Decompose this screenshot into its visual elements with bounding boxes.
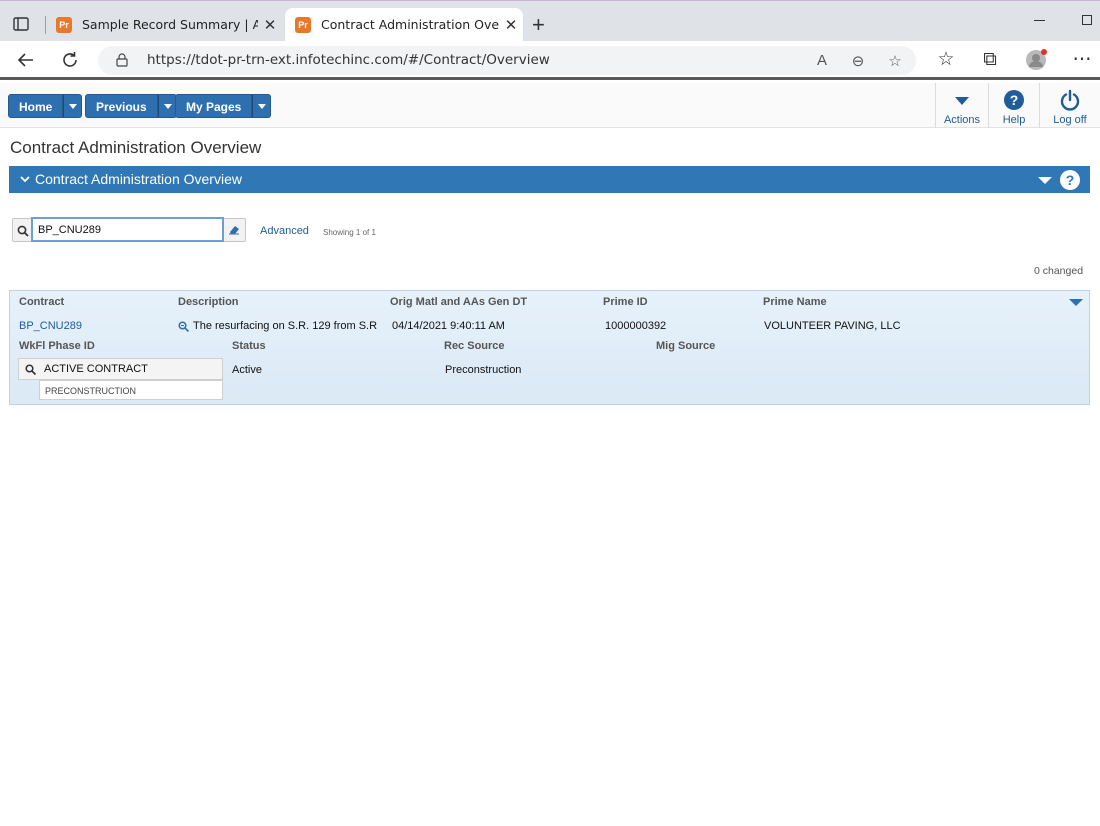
close-icon[interactable]: ✕: [258, 16, 282, 34]
tab-title: Sample Record Summary | AASHT: [82, 17, 258, 32]
zoom-icon[interactable]: [178, 321, 189, 332]
search-icon[interactable]: [25, 364, 36, 375]
add-favorite-icon[interactable]: ☆: [886, 52, 904, 70]
header-contract: Contract: [19, 296, 65, 308]
page-title: Contract Administration Overview: [10, 138, 262, 157]
prime-id-value: 1000000392: [605, 320, 667, 332]
previous-split-button: Previous: [85, 94, 177, 118]
url-text: https://tdot-pr-trn-ext.infotechinc.com/…: [147, 52, 550, 68]
log-off-button[interactable]: Log off: [1039, 83, 1100, 128]
chevron-down-icon[interactable]: [20, 175, 30, 183]
pr-favicon-icon: Pr: [56, 16, 72, 33]
panel-header[interactable]: Contract Administration Overview ?: [9, 166, 1090, 193]
panel-menu-icon[interactable]: [1038, 177, 1052, 184]
contract-grid: Contract Description Orig Matl and AAs G…: [9, 290, 1090, 405]
home-button[interactable]: Home: [8, 94, 64, 118]
changed-count: 0 changed: [1034, 265, 1084, 277]
close-icon[interactable]: ✕: [499, 16, 523, 34]
contract-link[interactable]: BP_CNU289: [19, 320, 82, 332]
help-icon: ?: [1004, 90, 1024, 110]
new-tab-icon[interactable]: +: [532, 12, 545, 38]
more-options-icon[interactable]: ⋯: [1071, 49, 1093, 71]
orig-matl-value: 04/14/2021 9:40:11 AM: [392, 320, 505, 332]
header-rec-source: Rec Source: [444, 340, 505, 352]
rec-source-value: Preconstruction: [445, 364, 522, 376]
svg-text:?: ?: [1010, 92, 1019, 108]
tab-title: Contract Administration Overview: [321, 17, 499, 32]
header-orig-matl: Orig Matl and AAs Gen DT: [390, 296, 528, 308]
accent-line: [0, 0, 1100, 1]
collections-icon[interactable]: ⧉: [979, 49, 1001, 71]
home-split-button: Home: [8, 94, 83, 118]
header-prime-name: Prime Name: [763, 296, 827, 308]
description-value: The resurfacing on S.R. 129 from S.R: [193, 320, 378, 332]
status-value: Active: [232, 364, 262, 376]
favorites-icon[interactable]: ☆: [935, 49, 957, 71]
previous-dropdown-icon[interactable]: [157, 94, 177, 118]
lock-icon[interactable]: [116, 53, 128, 67]
back-arrow-icon[interactable]: [15, 49, 37, 71]
advanced-link[interactable]: Advanced: [260, 225, 309, 237]
minimize-icon[interactable]: [1034, 20, 1045, 21]
power-icon: [1060, 89, 1080, 111]
actions-button[interactable]: Actions: [935, 83, 988, 128]
pr-favicon-icon: Pr: [295, 16, 311, 33]
app-toolbar: Home Previous My Pages Actions ? Help Lo…: [0, 83, 1100, 128]
help-label: Help: [1002, 114, 1026, 126]
my-pages-split-button: My Pages: [175, 94, 272, 118]
read-aloud-icon[interactable]: A: [813, 52, 831, 70]
zoom-out-icon[interactable]: ⊖: [849, 52, 867, 70]
browser-address-bar: https://tdot-pr-trn-ext.infotechinc.com/…: [0, 41, 1100, 80]
log-off-label: Log off: [1053, 114, 1087, 126]
tab-actions-icon[interactable]: [10, 13, 32, 35]
help-button[interactable]: ? Help: [988, 83, 1039, 128]
home-dropdown-icon[interactable]: [63, 94, 83, 118]
browser-tab-bar: Pr Sample Record Summary | AASHT ✕ Pr Co…: [0, 0, 1100, 41]
panel-help-icon[interactable]: ?: [1060, 170, 1080, 190]
search-input[interactable]: [31, 217, 224, 242]
header-mig-source: Mig Source: [656, 340, 716, 352]
search-icon[interactable]: [17, 225, 29, 237]
tab-sample-record-summary[interactable]: Pr Sample Record Summary | AASHT ✕: [46, 8, 282, 41]
header-wkfl-phase: WkFl Phase ID: [19, 340, 95, 352]
refresh-icon[interactable]: [59, 49, 81, 71]
wkfl-phase-option[interactable]: PRECONSTRUCTION: [39, 380, 223, 400]
maximize-icon[interactable]: [1082, 15, 1092, 25]
grid-menu-icon[interactable]: [1069, 299, 1083, 306]
caret-down-icon: [955, 97, 969, 105]
header-prime-id: Prime ID: [603, 296, 648, 308]
my-pages-button[interactable]: My Pages: [175, 94, 253, 118]
record-count: Showing 1 of 1: [323, 228, 376, 237]
wkfl-phase-value: ACTIVE CONTRACT: [44, 363, 148, 375]
wkfl-phase-field[interactable]: ACTIVE CONTRACT: [18, 358, 223, 380]
my-pages-dropdown-icon[interactable]: [252, 94, 272, 118]
profile-avatar-icon[interactable]: [1025, 49, 1047, 71]
eraser-icon[interactable]: [228, 223, 240, 235]
actions-label: Actions: [943, 114, 981, 126]
panel-title: Contract Administration Overview: [35, 171, 242, 187]
previous-button[interactable]: Previous: [85, 94, 158, 118]
prime-name-value: VOLUNTEER PAVING, LLC: [764, 320, 901, 332]
header-description: Description: [178, 296, 239, 308]
url-field[interactable]: https://tdot-pr-trn-ext.infotechinc.com/…: [98, 46, 916, 75]
header-status: Status: [232, 340, 266, 352]
tab-contract-administration-overview[interactable]: Pr Contract Administration Overview ✕: [285, 8, 523, 41]
